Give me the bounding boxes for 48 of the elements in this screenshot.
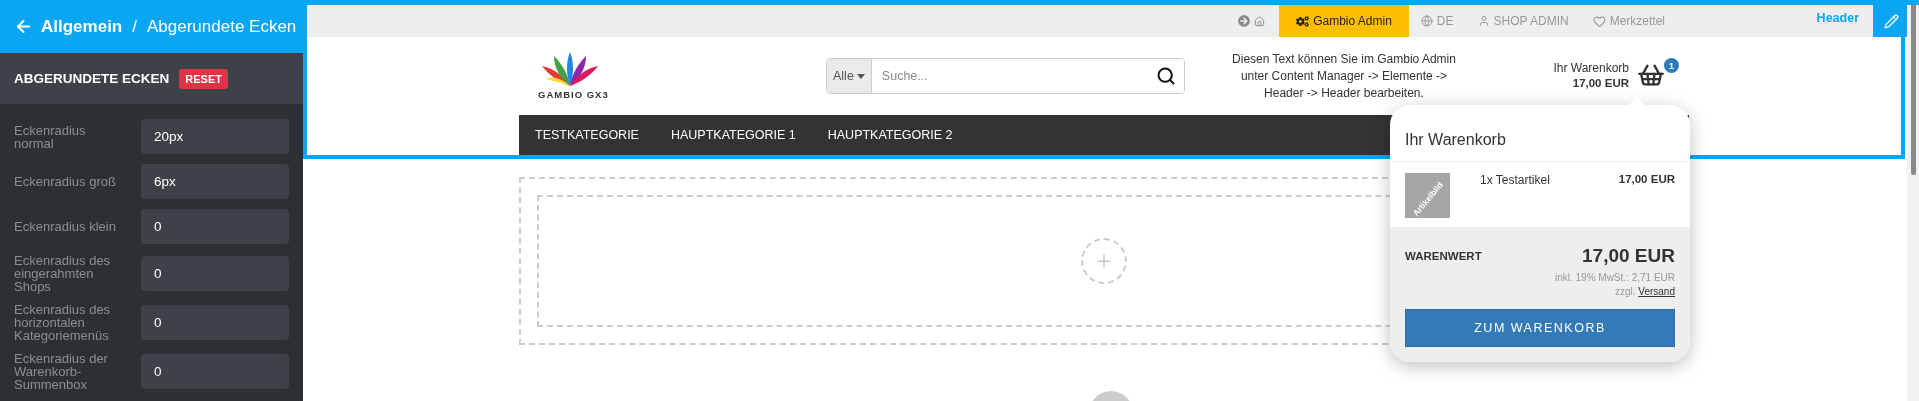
edit-button[interactable] [1873,5,1909,37]
add-button[interactable] [1081,238,1127,284]
field-label: Eckenradius der Warenkorb-Summenbox [14,352,109,391]
gears-icon [1296,14,1310,28]
summary-total: 17,00 EUR [1582,245,1675,267]
item-name: 1x Testartikel [1480,173,1551,189]
item-price: 17,00 EUR [1618,173,1675,187]
field-label: Eckenradius normal [14,123,87,150]
heart-icon [1592,14,1606,28]
input-field[interactable]: 0 [141,209,289,244]
cart-count: 1 [1664,58,1679,73]
menu-item[interactable]: HAUPTKATEGORIE 2 [811,128,969,142]
caret-icon [856,73,865,79]
input-field[interactable]: 20px [141,119,289,154]
top-bar-link[interactable]: Gambio Admin [1279,5,1409,37]
panel-title: Abgerundete Ecken [147,16,297,37]
input-field[interactable]: 6px [141,164,289,199]
shipping-link[interactable]: Versand [1638,286,1675,297]
field-label: Eckenradius des eingerahmten Shops [14,254,112,293]
summary-label: WARENWERT [1405,250,1482,262]
breadcrumb-separator: / [132,16,137,37]
cart-button[interactable]: ZUM WARENKORB [1405,309,1675,347]
field-label: Eckenradius des horizontalen Kategoriemenüs [14,303,112,342]
cart-label: Ihr Warenkorb [1553,61,1629,76]
pencil-icon [1883,13,1899,29]
info-text: Diesen Text können Sie im Gambio Admin unter Content Manager -> Elemente -> Header -> Header bearbeiten. [1231,50,1457,102]
section-label: Header [1816,11,1859,25]
reset-button[interactable]: RESET [179,68,228,89]
field-label: Eckenradius klein [14,220,117,233]
search-icon [1156,66,1176,86]
popover-title: Ihr Warenkorb [1390,105,1690,162]
search-field[interactable]: Alle Suche... [826,58,1185,94]
home-icon[interactable] [1254,15,1266,27]
section-title: ABGERUNDETE ECKEN [14,71,170,86]
input-field[interactable]: 0 [141,256,289,291]
globe-icon [1420,15,1433,27]
user-icon [1477,15,1490,27]
input-field[interactable]: 0 [141,354,289,389]
menu-item[interactable]: TESTKATEGORIE [519,128,655,142]
shipping-note: zzgl. Versand [1614,286,1675,297]
category-dropdown[interactable]: Alle [827,59,872,93]
logo-text: GAMBIO GX3 [538,89,609,100]
input-field[interactable]: 0 [141,305,289,340]
cart-total: 17,00 EUR [1572,76,1629,91]
field-label: Eckenradius groß [14,175,117,188]
tax-note: inkl. 19% MwSt.: 2,71 EUR [1554,272,1675,283]
scrollbar[interactable] [1907,5,1919,401]
menu-item[interactable]: HAUPTKATEGORIE 1 [654,128,812,142]
